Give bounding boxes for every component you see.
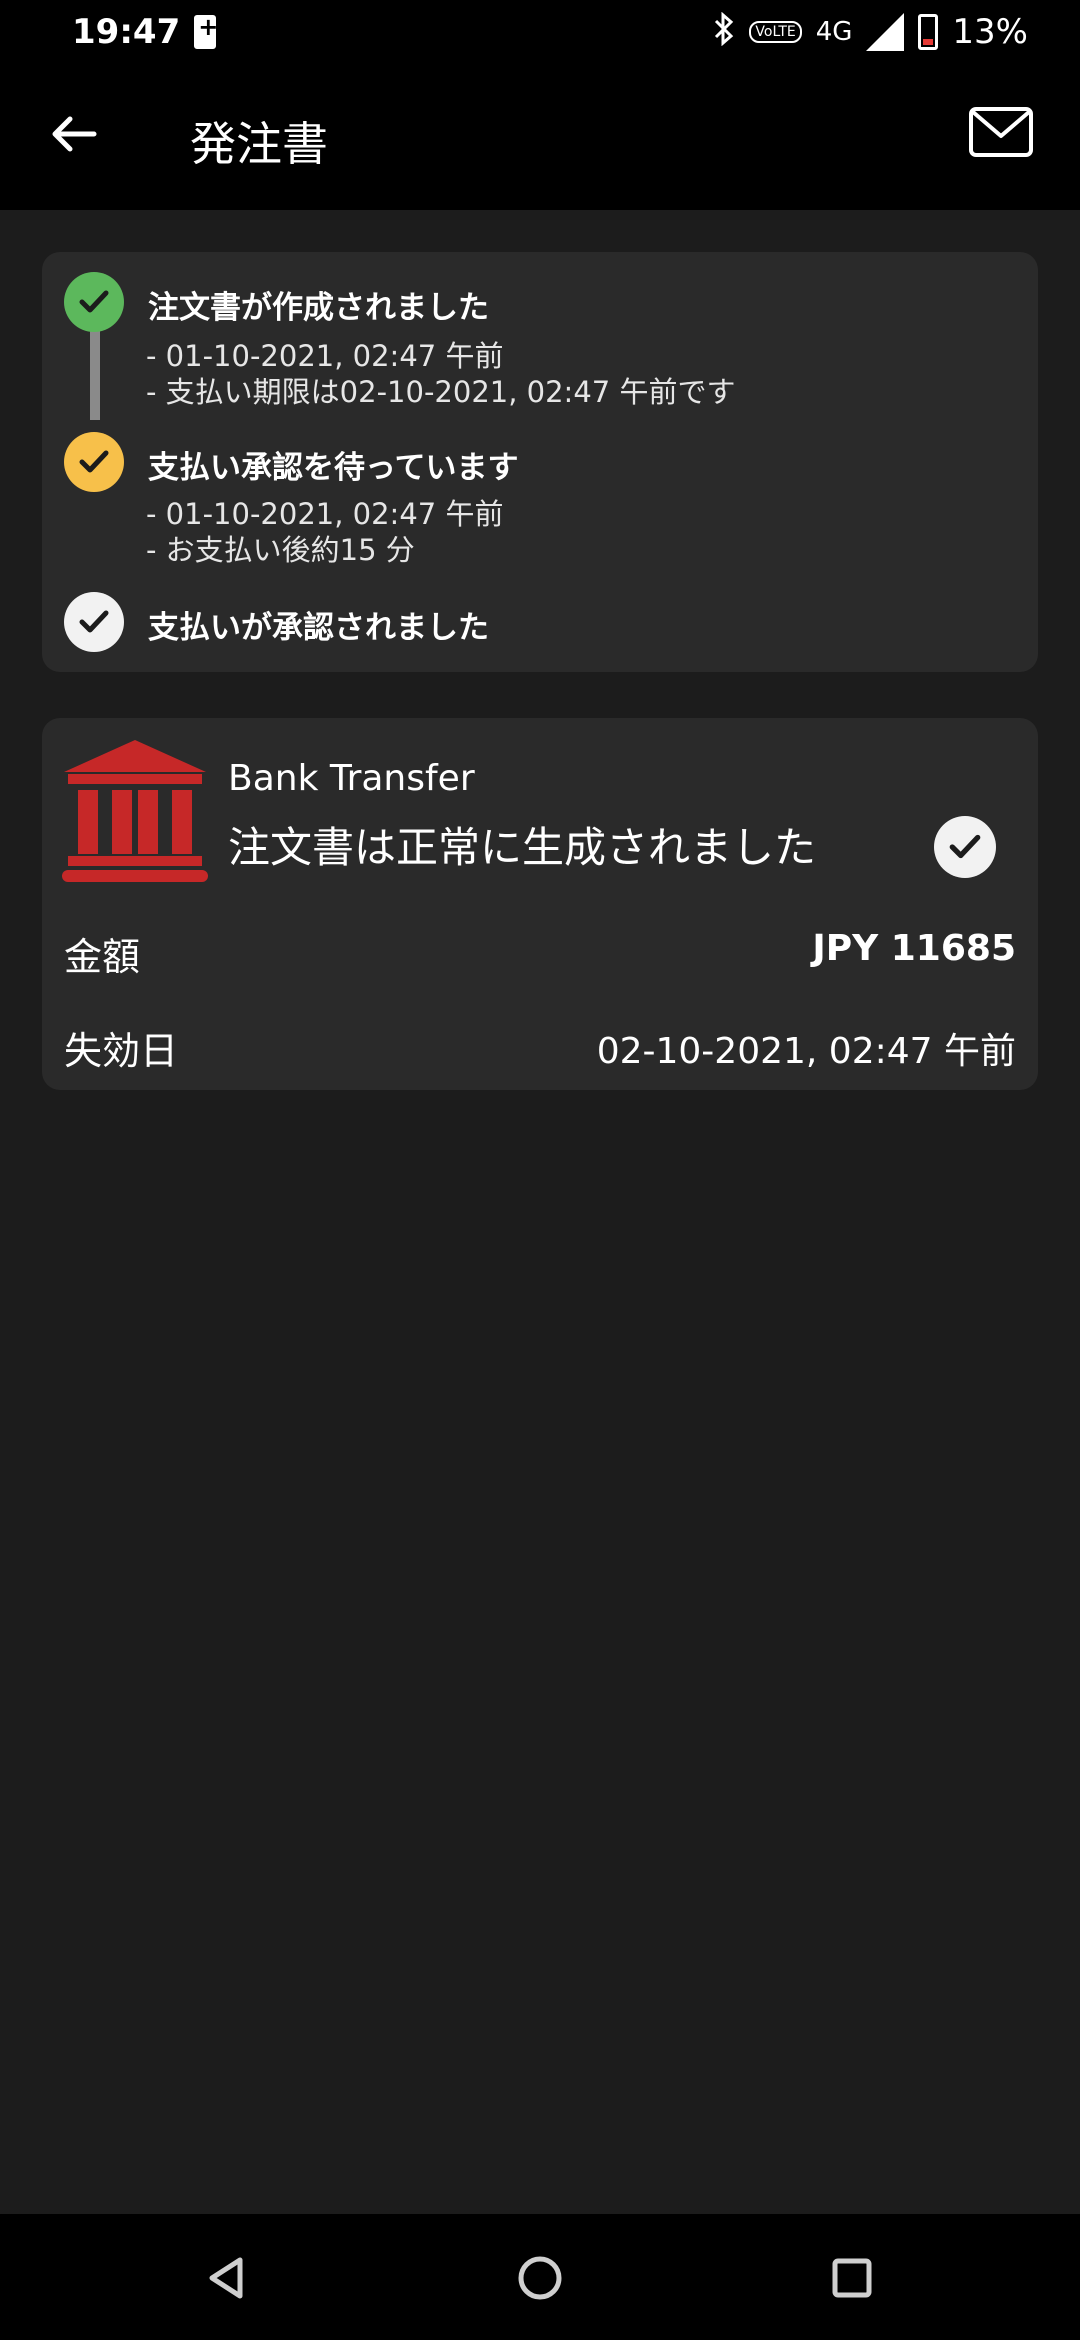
step-title-awaiting: 支払い承認を待っています: [148, 450, 519, 486]
success-check-icon: [934, 816, 996, 878]
amount-label: 金額: [64, 935, 141, 979]
order-progress-card: 注文書が作成されました - 01-10-2021, 02:47 午前 - 支払い…: [42, 252, 1038, 672]
amount-value: JPY 11685: [812, 928, 1016, 969]
step-title-created: 注文書が作成されました: [148, 290, 489, 326]
arrow-left-icon: [52, 116, 97, 152]
envelope-icon: [969, 107, 1033, 157]
step-inactive-check-icon: [64, 592, 124, 652]
battery-charging-icon: [194, 13, 218, 49]
home-circle-icon: [518, 2256, 562, 2300]
nav-recents-button[interactable]: [824, 2250, 880, 2306]
volte-icon: VoLTE: [749, 21, 802, 43]
step-detail-created-date: - 01-10-2021, 02:47 午前: [146, 339, 504, 373]
status-time: 19:47: [72, 12, 181, 52]
step-completed-check-icon: [64, 272, 124, 332]
step-pending-check-icon: [64, 432, 124, 492]
back-triangle-icon: [209, 2257, 243, 2299]
back-button[interactable]: [44, 104, 104, 164]
app-bar: 発注書: [0, 64, 1080, 210]
battery-icon: [918, 14, 939, 50]
network-type: 4G: [815, 17, 853, 47]
step-detail-awaiting-date: - 01-10-2021, 02:47 午前: [146, 497, 504, 531]
expiry-value: 02-10-2021, 02:47 午前: [596, 1031, 1016, 1072]
recents-square-icon: [832, 2258, 872, 2298]
signal-icon: [866, 13, 905, 51]
system-nav-bar: [0, 2214, 1080, 2340]
payment-status-text: 注文書は正常に生成されました: [228, 823, 817, 872]
page-title: 発注書: [190, 117, 328, 171]
bluetooth-icon: [713, 11, 735, 53]
battery-percentage: 13%: [952, 12, 1028, 52]
email-button[interactable]: [968, 106, 1034, 158]
step-detail-awaiting-eta: - お支払い後約15 分: [146, 533, 415, 567]
step-detail-created-deadline: - 支払い期限は02-10-2021, 02:47 午前です: [146, 375, 736, 409]
status-bar: 19:47 VoLTE 4G 13%: [0, 0, 1080, 64]
payment-method-name: Bank Transfer: [228, 758, 475, 799]
payment-method-card: Bank Transfer 注文書は正常に生成されました 金額 JPY 1168…: [42, 718, 1038, 1090]
nav-back-button[interactable]: [200, 2250, 256, 2306]
status-icons: VoLTE 4G 13%: [713, 11, 1028, 53]
step-title-approved: 支払いが承認されました: [148, 610, 489, 646]
expiry-label: 失効日: [64, 1029, 179, 1073]
nav-home-button[interactable]: [512, 2250, 568, 2306]
bank-icon: [62, 740, 208, 882]
